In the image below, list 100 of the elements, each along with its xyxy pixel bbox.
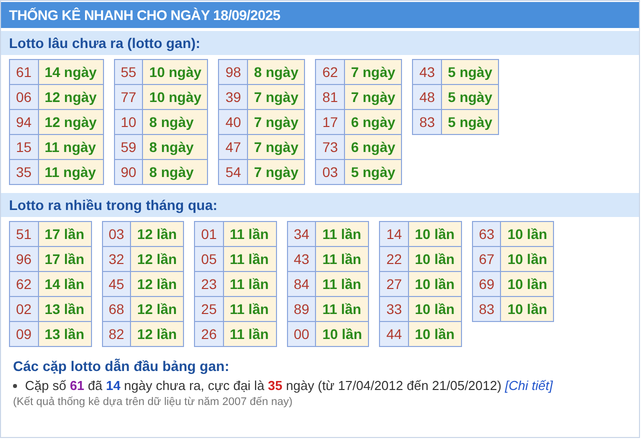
lotto-number-cell: 62 — [10, 272, 38, 296]
lotto-number-cell: 02 — [10, 296, 38, 322]
count-cell: 10 lần — [316, 322, 369, 346]
lotto-number-cell: 27 — [380, 272, 408, 296]
lotto-number-cell: 34 — [287, 222, 316, 246]
count-cell: 10 lần — [408, 272, 462, 296]
count-cell: 11 ngày — [38, 160, 104, 184]
lotto-number-cell: 10 — [114, 110, 143, 134]
count-cell: 10 ngày — [142, 60, 208, 84]
lotto-number-cell: 25 — [194, 296, 224, 322]
lotto-number-cell: 47 — [218, 134, 248, 160]
lotto-number-cell: 83 — [472, 296, 501, 322]
count-cell: 12 lần — [130, 222, 184, 246]
lotto-number-cell: 05 — [194, 246, 224, 272]
count-cell: 6 ngày — [344, 134, 402, 160]
lotto-number-cell: 33 — [380, 296, 408, 322]
lotto-number-cell: 32 — [102, 246, 131, 272]
count-cell: 10 lần — [500, 296, 554, 322]
lotto-number-cell: 35 — [10, 160, 38, 184]
count-cell: 11 lần — [223, 322, 276, 346]
count-cell: 5 ngày — [441, 84, 499, 110]
count-cell: 10 lần — [500, 222, 554, 246]
lotto-number-cell: 01 — [194, 222, 224, 246]
count-cell: 14 ngày — [38, 60, 104, 84]
lotto-number-cell: 83 — [412, 110, 442, 134]
count-cell: 7 ngày — [248, 134, 305, 160]
lotto-number-cell: 17 — [316, 110, 344, 134]
count-cell: 10 lần — [408, 246, 462, 272]
count-cell: 5 ngày — [344, 160, 402, 184]
count-cell: 13 lần — [38, 322, 92, 346]
lotto-number-cell: 43 — [287, 246, 316, 272]
count-cell: 8 ngày — [142, 110, 208, 134]
count-cell: 12 lần — [130, 296, 184, 322]
lotto-number-cell: 14 — [380, 222, 408, 246]
count-cell: 8 ngày — [142, 160, 208, 184]
count-cell: 11 ngày — [38, 134, 104, 160]
lotto-number-cell: 90 — [114, 160, 143, 184]
panel-title: THỐNG KÊ NHANH CHO NGÀY 18/09/2025 — [1, 2, 639, 28]
lotto-number-cell: 98 — [218, 60, 248, 84]
lotto-number-cell: 45 — [102, 272, 131, 296]
count-cell: 5 ngày — [441, 110, 499, 134]
lotto-number-cell: 67 — [472, 246, 501, 272]
lotto-number-cell: 68 — [102, 296, 131, 322]
lotto-number-cell: 39 — [218, 84, 248, 110]
count-cell: 10 lần — [408, 222, 462, 246]
count-cell: 12 lần — [130, 246, 184, 272]
lotto-number-cell: 00 — [287, 322, 316, 346]
count-cell: 11 lần — [316, 272, 369, 296]
count-cell: 10 lần — [408, 322, 462, 346]
lotto-number-cell: 96 — [10, 246, 38, 272]
summary-sentence: Cặp số 61 đã 14 ngày chưa ra, cực đại là 35 ngày (từ 17/04/2012 đến 21/05/2012) [Chi tiết] — [25, 378, 553, 393]
count-cell: 8 ngày — [248, 60, 305, 84]
count-cell: 7 ngày — [344, 60, 402, 84]
lotto-number-cell: 03 — [316, 160, 344, 184]
count-cell: 11 lần — [316, 246, 369, 272]
count-cell: 11 lần — [316, 296, 369, 322]
lotto-number-cell: 26 — [194, 322, 224, 346]
lotto-number-cell: 61 — [10, 60, 38, 84]
count-cell: 12 ngày — [38, 110, 104, 134]
lotto-number-cell: 40 — [218, 110, 248, 134]
lotto-number-cell: 43 — [412, 60, 442, 84]
lotto-number-cell: 89 — [287, 296, 316, 322]
lotto-number-cell: 54 — [218, 160, 248, 184]
footnote: (Kết quả thống kê dựa trên dữ liệu từ năm 2007 đến nay) — [13, 396, 294, 408]
lotto-number-cell: 22 — [380, 246, 408, 272]
count-cell: 11 lần — [223, 272, 276, 296]
count-cell: 11 lần — [316, 222, 369, 246]
count-cell: 10 ngày — [142, 84, 208, 110]
lotto-number-cell: 84 — [287, 272, 316, 296]
count-cell: 12 lần — [130, 322, 184, 346]
count-cell: 11 lần — [223, 246, 276, 272]
lotto-number-cell: 59 — [114, 134, 143, 160]
lotto-number-cell: 69 — [472, 272, 501, 296]
lotto-number-cell: 77 — [114, 84, 143, 110]
count-cell: 17 lần — [38, 246, 92, 272]
count-cell: 7 ngày — [248, 160, 305, 184]
count-cell: 7 ngày — [248, 84, 305, 110]
lotto-number-cell: 63 — [472, 222, 501, 246]
count-cell: 10 lần — [408, 296, 462, 322]
lotto-number-cell: 94 — [10, 110, 38, 134]
lotto-number-cell: 03 — [102, 222, 131, 246]
count-cell: 7 ngày — [344, 84, 402, 110]
count-cell: 11 lần — [223, 222, 276, 246]
count-cell: 13 lần — [38, 296, 92, 322]
lotto-number-cell: 06 — [10, 84, 38, 110]
lotto-number-cell: 44 — [380, 322, 408, 346]
lotto-number-cell: 81 — [316, 84, 344, 110]
bullet-icon — [13, 384, 17, 388]
section-title: Lotto ra nhiều trong tháng qua: — [1, 193, 639, 217]
summary-title: Các cặp lotto dẫn đầu bảng gan: — [13, 358, 230, 374]
count-cell: 6 ngày — [344, 110, 402, 134]
count-cell: 5 ngày — [441, 60, 499, 84]
count-cell: 7 ngày — [248, 110, 305, 134]
details-link[interactable]: [Chi tiết] — [505, 378, 553, 393]
count-cell: 14 lần — [38, 272, 92, 296]
lotto-number-cell: 48 — [412, 84, 442, 110]
lotto-number-cell: 82 — [102, 322, 131, 346]
lotto-number-cell: 55 — [114, 60, 143, 84]
lotto-number-cell: 09 — [10, 322, 38, 346]
lotto-number-cell: 15 — [10, 134, 38, 160]
